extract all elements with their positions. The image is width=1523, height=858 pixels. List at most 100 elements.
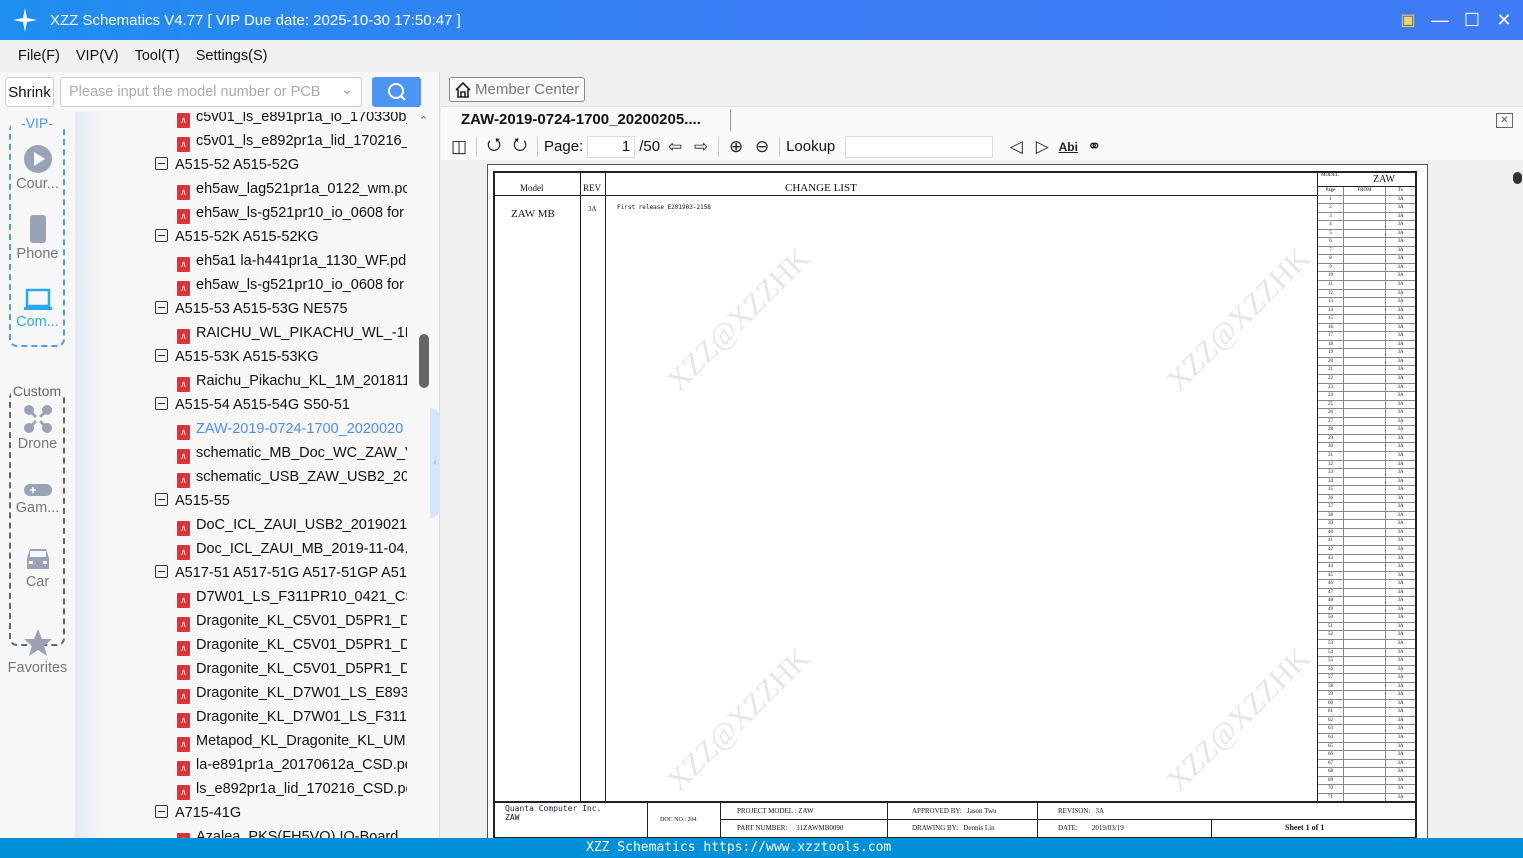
tab-divider: [730, 109, 731, 131]
project-model-label: PROJECT MODEL :: [737, 807, 797, 815]
category-courses[interactable]: Cour...: [0, 144, 75, 192]
tree-group[interactable]: A515-52 A515-52G: [155, 153, 425, 177]
tree-file[interactable]: ∧ c5v01_ls_e891pr1a_io_170330b_: [177, 112, 407, 129]
tree-file[interactable]: ∧ ls_e892pr1a_lid_170216_CSD.pd: [177, 777, 407, 801]
tree-label: eh5aw_ls-g521pr10_io_0608 for: [196, 205, 404, 221]
page-scrollbar[interactable]: [1511, 160, 1523, 838]
tree-file[interactable]: ∧Azalea_PKS(FH5VO) IO-Board_L: [177, 825, 407, 838]
favorites[interactable]: Favorites: [0, 628, 75, 676]
sheet-number: Sheet 1 of 1: [1285, 823, 1325, 832]
drawing-by: Dennis Lin: [963, 824, 995, 832]
tree-group[interactable]: A715-41G: [155, 801, 425, 825]
tree-file[interactable]: ∧ Dragonite_KL_C5V01_D5PR1_D7: [177, 633, 407, 657]
scroll-up-icon[interactable]: ⌃: [419, 114, 428, 127]
category-drone[interactable]: Drone: [0, 404, 75, 452]
tree-file[interactable]: ∧ eh5aw_ls-g521pr10_io_0608 for: [177, 273, 407, 297]
rotate-right-icon[interactable]: ⭮: [509, 135, 531, 158]
match-case-icon[interactable]: Abi: [1057, 136, 1079, 158]
tree-file[interactable]: ∧ eh5aw_ls-g521pr10_io_0608 for: [177, 201, 407, 225]
tree-file[interactable]: ∧ Raichu_Pikachu_KL_1M_201811: [177, 369, 407, 393]
part-number-label: PART NUMBER:: [737, 824, 788, 832]
maximize-button[interactable]: ☐: [1463, 10, 1481, 31]
pdf-icon: ∧: [177, 785, 190, 800]
menu-file[interactable]: File(F): [18, 48, 60, 64]
tree-label: D7W01_LS_F311PR10_0421_CSD: [196, 589, 407, 605]
find-previous-icon[interactable]: ◁: [1005, 136, 1027, 158]
close-button[interactable]: ✕: [1495, 10, 1513, 31]
tree-scrollbar[interactable]: [419, 334, 429, 388]
close-tabs-icon[interactable]: ✕: [1496, 113, 1513, 128]
lookup-input[interactable]: [845, 135, 994, 158]
zoom-in-icon[interactable]: ⊕: [725, 136, 747, 158]
page-list-row: 27 3A: [1318, 417, 1415, 427]
tree-file[interactable]: ∧ c5v01_ls_e892pr1a_lid_170216_a: [177, 129, 407, 153]
collapse-icon[interactable]: [155, 349, 168, 362]
search-button[interactable]: [372, 77, 421, 107]
tree-file[interactable]: ∧ la-e891pr1a_20170612a_CSD.pd: [177, 753, 407, 777]
tree-group[interactable]: A515-54 A515-54G S50-51: [155, 393, 425, 417]
collapse-panel-button[interactable]: ‹: [430, 408, 440, 518]
member-center-button[interactable]: Member Center: [449, 77, 586, 102]
tree-file[interactable]: ∧ schematic_USB_ZAW_USB2_201: [177, 465, 407, 489]
category-phone[interactable]: Phone: [0, 214, 75, 262]
zoom-out-icon[interactable]: ⊖: [751, 136, 773, 158]
tree-file[interactable]: ∧ Dragonite_KL_C5V01_D5PR1_D7: [177, 657, 407, 681]
tree-group[interactable]: A515-55: [155, 489, 425, 513]
tree-group[interactable]: A515-53 A515-53G NE575: [155, 297, 425, 321]
tree-file[interactable]: ∧ ZAW-2019-0724-1700_2020020: [177, 417, 407, 441]
pdf-icon: ∧: [177, 737, 190, 752]
tab-document[interactable]: ZAW-2019-0724-1700_20200205....: [461, 111, 701, 128]
collapse-icon[interactable]: [155, 157, 168, 170]
tree-file[interactable]: ∧ D7W01_LS_F311PR10_0421_CSD: [177, 585, 407, 609]
page-list-row: 31 3A: [1318, 451, 1415, 461]
doc-number: DOC NO.: 204: [660, 817, 697, 823]
chevron-down-icon[interactable]: ⌄: [341, 82, 353, 98]
collapse-icon[interactable]: [155, 493, 168, 506]
two-page-view-icon[interactable]: ◫: [448, 136, 470, 158]
minimize-button[interactable]: —: [1431, 10, 1449, 31]
page-list-row: 11 3A: [1318, 281, 1415, 290]
vip-bag-icon[interactable]: ▣: [1399, 10, 1417, 30]
rotate-left-icon[interactable]: ⭯: [483, 135, 505, 158]
model-small-label: MODEL: [1321, 173, 1339, 178]
category-car[interactable]: Car: [0, 546, 75, 590]
model-header: Model: [520, 183, 544, 193]
tree-file[interactable]: ∧ Dragonite_KL_C5V01_D5PR1_D7: [177, 609, 407, 633]
tree-file[interactable]: ∧ DoC_ICL_ZAUI_USB2_20190218.p: [177, 513, 407, 537]
next-page-icon[interactable]: ⇨: [690, 136, 712, 158]
category-games[interactable]: Gam...: [0, 482, 75, 516]
collapse-icon[interactable]: [155, 805, 168, 818]
tree-file[interactable]: ∧ Doc_ICL_ZAUI_MB_2019-11-04.p: [177, 537, 407, 561]
gamepad-icon: [23, 484, 52, 496]
pdf-icon: ∧: [177, 617, 190, 632]
tree-file[interactable]: ∧ eh5a1 la-h441pr1a_1130_WF.pd: [177, 249, 407, 273]
menu-tool[interactable]: Tool(T): [135, 48, 180, 64]
menu-settings[interactable]: Settings(S): [196, 48, 268, 64]
tree-file[interactable]: ∧ RAICHU_WL_PIKACHU_WL_-1M: [177, 321, 407, 345]
collapse-icon[interactable]: [155, 397, 168, 410]
title-bar: XZZ Schematics V4.77 [ VIP Due date: 202…: [0, 0, 1523, 40]
tree-group[interactable]: A515-53K A515-53KG: [155, 345, 425, 369]
page-list-table: MODEL ZAW Page FROM To 1 3A 2 3A 3 3A 4 3A 5 3A 6 3A 7 3…: [1317, 173, 1415, 803]
tree-file[interactable]: ∧ Dragonite_KL_D7W01_LS_E893P: [177, 681, 407, 705]
tree-group[interactable]: A517-51 A517-51G A517-51GP A51: [155, 561, 425, 585]
tree-file[interactable]: ∧ Dragonite_KL_D7W01_LS_F311P: [177, 705, 407, 729]
tree-file[interactable]: ∧ eh5aw_lag521pr1a_0122_wm.pc: [177, 177, 407, 201]
binoculars-icon[interactable]: ⚭: [1083, 136, 1105, 158]
tree-group[interactable]: A515-52K A515-52KG: [155, 225, 425, 249]
collapse-icon[interactable]: [155, 565, 168, 578]
page-list-row: 12 3A: [1318, 289, 1415, 299]
menu-vip[interactable]: VIP(V): [76, 48, 119, 64]
tree-file[interactable]: ∧ Metapod_KL_Dragonite_KL_UM.: [177, 729, 407, 753]
page-input[interactable]: 1: [587, 135, 636, 158]
page-list-row: 4 3A: [1318, 221, 1415, 230]
collapse-icon[interactable]: [155, 229, 168, 242]
category-computer[interactable]: Com...: [0, 288, 75, 330]
search-input[interactable]: Please input the model number or PCB ⌄: [60, 77, 362, 107]
shrink-button[interactable]: Shrink: [5, 77, 54, 107]
collapse-icon[interactable]: [155, 301, 168, 314]
previous-page-icon[interactable]: ⇦: [664, 136, 686, 158]
pdf-icon: ∧: [177, 641, 190, 656]
tree-file[interactable]: ∧ schematic_MB_Doc_WC_ZAW_V: [177, 441, 407, 465]
find-next-icon[interactable]: ▷: [1031, 136, 1053, 158]
